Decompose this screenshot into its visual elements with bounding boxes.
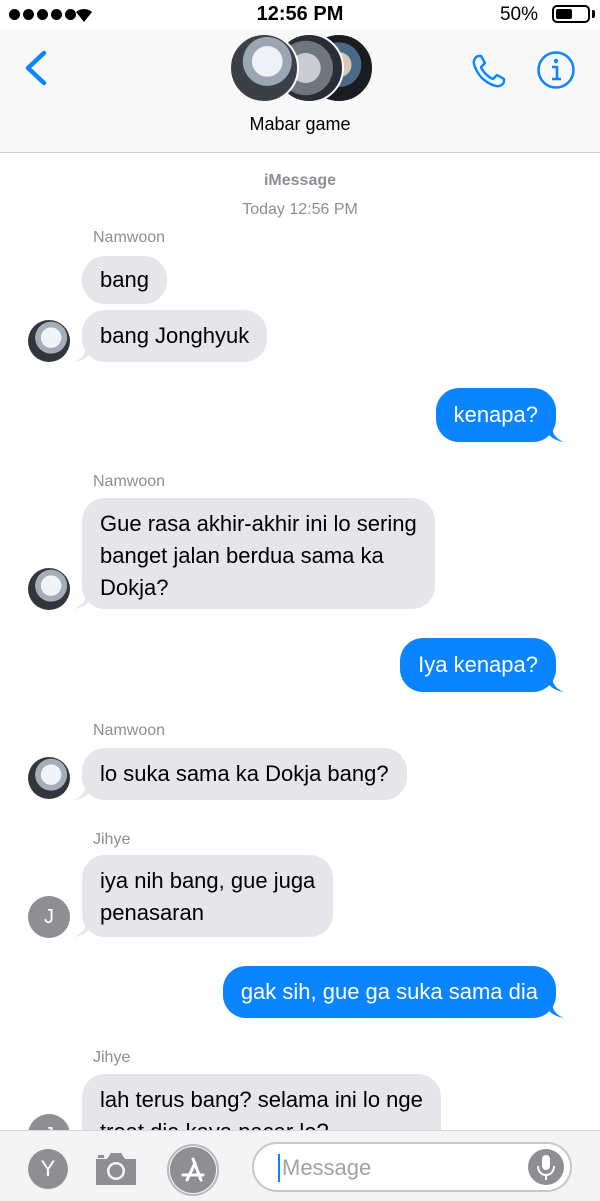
- contact-avatar-button[interactable]: Y: [28, 1149, 68, 1189]
- bubble-tail: [74, 344, 94, 362]
- message-text: treat dia kaya pacar lo?: [100, 1116, 423, 1130]
- message-text: banget jalan berdua sama ka: [100, 543, 384, 568]
- thread-timestamp: Today 12:56 PM: [242, 201, 358, 218]
- incoming-message-bubble[interactable]: lo suka sama ka Dokja bang?: [74, 748, 407, 800]
- avatar[interactable]: [28, 320, 70, 362]
- message-input-bar: Y: [0, 1130, 600, 1201]
- camera-icon[interactable]: [93, 1151, 139, 1187]
- avatar[interactable]: [28, 757, 70, 799]
- avatar[interactable]: [28, 568, 70, 610]
- message-field[interactable]: [252, 1142, 572, 1192]
- incoming-message-bubble[interactable]: Gue rasa akhir-akhir ini lo sering bange…: [74, 498, 435, 609]
- message-text: Iya kenapa?: [418, 652, 538, 677]
- group-avatar-stack[interactable]: [229, 33, 374, 103]
- sender-name: Jihye: [93, 831, 131, 848]
- message-text: lah terus bang? selama ini lo nge: [100, 1087, 423, 1112]
- incoming-message-bubble[interactable]: bang Jonghyuk: [74, 310, 268, 362]
- message-text: gak sih, gue ga suka sama dia: [240, 979, 538, 1004]
- member-avatar: [229, 33, 299, 103]
- message-thread[interactable]: iMessage Today 12:56 PM Namwoon bang ban…: [0, 152, 600, 1130]
- message-text: iya nih bang, gue juga: [100, 868, 316, 893]
- bubble-tail: [544, 674, 564, 692]
- outgoing-message-bubble[interactable]: gak sih, gue ga suka sama dia: [222, 966, 564, 1018]
- battery-tip: [592, 10, 595, 18]
- service-label: iMessage: [263, 172, 337, 189]
- bubble-tail: [74, 591, 94, 609]
- app-store-ring: [167, 1144, 219, 1196]
- microphone-icon[interactable]: [528, 1149, 564, 1185]
- message-text: Dokja?: [100, 575, 169, 600]
- message-text: kenapa?: [453, 402, 538, 427]
- status-bar: 12:56 PM 50%: [0, 0, 600, 30]
- sender-name: Namwoon: [93, 229, 166, 246]
- message-text: bang Jonghyuk: [100, 323, 250, 348]
- message-input[interactable]: [280, 1152, 514, 1184]
- conversation-header: Mabar game: [0, 30, 600, 153]
- battery-percent: 50%: [499, 4, 538, 25]
- bubble-tail: [74, 782, 94, 800]
- app-store-icon[interactable]: [167, 1144, 219, 1196]
- incoming-message-bubble[interactable]: bang: [82, 256, 167, 304]
- outgoing-message-bubble[interactable]: Iya kenapa?: [400, 638, 564, 692]
- message-text: Gue rasa akhir-akhir ini lo sering: [100, 511, 417, 536]
- info-icon[interactable]: [536, 50, 576, 90]
- message-text: penasaran: [100, 900, 204, 925]
- group-name[interactable]: Mabar game: [0, 114, 600, 135]
- phone-icon[interactable]: [470, 52, 508, 90]
- bubble-tail: [74, 919, 94, 937]
- sender-name: Namwoon: [93, 722, 166, 739]
- sender-name: Namwoon: [93, 473, 166, 490]
- message-text: bang: [100, 267, 149, 292]
- avatar[interactable]: J: [28, 1114, 70, 1130]
- outgoing-message-bubble[interactable]: kenapa?: [435, 388, 564, 442]
- battery-icon: [552, 5, 590, 23]
- bubble-tail: [544, 1000, 564, 1018]
- microphone-glyph: [537, 1155, 555, 1180]
- bubble-tail: [544, 424, 564, 442]
- sender-name: Jihye: [93, 1049, 131, 1066]
- incoming-message-bubble[interactable]: lah terus bang? selama ini lo nge treat …: [82, 1074, 441, 1130]
- avatar[interactable]: J: [28, 896, 70, 938]
- incoming-message-bubble[interactable]: iya nih bang, gue juga penasaran: [74, 855, 334, 937]
- message-text: lo suka sama ka Dokja bang?: [100, 761, 389, 786]
- back-chevron-icon[interactable]: [22, 50, 48, 86]
